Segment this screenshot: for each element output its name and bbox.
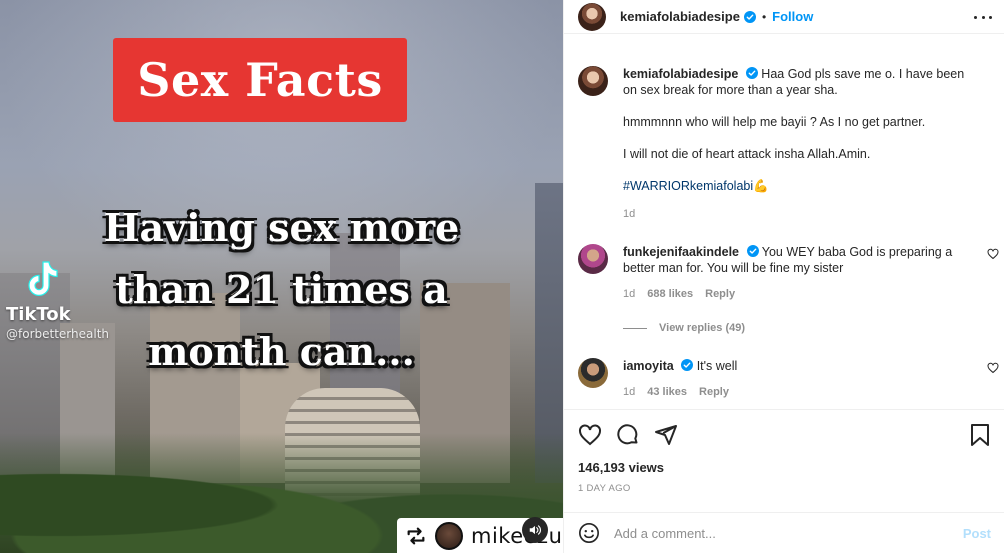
comment-text: funkejenifaakindele You WEY baba God is … bbox=[623, 244, 965, 276]
comment-bubble-icon[interactable] bbox=[616, 423, 640, 447]
comment-item: iamoyita It's well 1d 43 likes Reply bbox=[564, 352, 1004, 398]
comment-username[interactable]: funkejenifaakindele bbox=[623, 245, 739, 259]
comment-text: iamoyita It's well bbox=[623, 358, 965, 374]
title-card: Sex Facts bbox=[113, 38, 407, 122]
comment-time: 1d bbox=[623, 386, 636, 398]
caption-line-3: I will not die of heart attack insha All… bbox=[623, 147, 871, 161]
add-comment-bar: Post bbox=[564, 512, 1004, 553]
post-caption: kemiafolabiadesipe Haa God pls save me o… bbox=[564, 60, 1004, 220]
post-actions: 146,193 views 1 DAY AGO bbox=[564, 409, 1004, 494]
post-header: kemiafolabiadesipe • Follow bbox=[564, 0, 1004, 34]
tiktok-handle: @forbetterhealth bbox=[6, 327, 110, 341]
replies-divider bbox=[623, 327, 647, 329]
mute-button[interactable] bbox=[522, 517, 548, 543]
reply-button[interactable]: Reply bbox=[699, 386, 729, 398]
post-timestamp[interactable]: 1 DAY AGO bbox=[578, 483, 991, 494]
author-username[interactable]: kemiafolabiadesipe bbox=[620, 9, 740, 24]
caption-text: kemiafolabiadesipe Haa God pls save me o… bbox=[623, 66, 965, 194]
caption-time: 1d bbox=[623, 208, 636, 220]
like-heart-icon[interactable] bbox=[578, 423, 602, 447]
title-card-text: Sex Facts bbox=[137, 53, 383, 107]
caption-meta: 1d bbox=[623, 208, 965, 220]
hashtag-link[interactable]: #WARRIORkemiafolabi bbox=[623, 179, 753, 193]
comment-likes[interactable]: 688 likes bbox=[647, 288, 693, 300]
repost-avatar bbox=[435, 521, 463, 550]
action-bar bbox=[578, 422, 991, 448]
comments-list: kemiafolabiadesipe Haa God pls save me o… bbox=[564, 60, 1004, 398]
view-count[interactable]: 146,193 views bbox=[578, 460, 991, 475]
tiktok-logo-icon bbox=[28, 261, 58, 296]
view-replies-label: View replies (49) bbox=[659, 322, 746, 334]
verified-badge-icon bbox=[681, 359, 694, 371]
repost-username: mikeezu bbox=[471, 523, 563, 548]
caption-username[interactable]: kemiafolabiadesipe bbox=[623, 67, 738, 81]
repost-icon bbox=[407, 527, 425, 544]
comment-body: It's well bbox=[696, 359, 738, 373]
verified-badge-icon bbox=[745, 67, 758, 79]
save-bookmark-icon[interactable] bbox=[969, 423, 991, 447]
post-details-panel: kemiafolabiadesipe • Follow kemiafolabia… bbox=[563, 0, 1004, 553]
comment-username[interactable]: iamoyita bbox=[623, 359, 674, 373]
commenter-avatar[interactable] bbox=[578, 358, 608, 388]
comment-meta: 1d 688 likes Reply bbox=[623, 288, 965, 300]
video-caption-line-2: than 21 times a bbox=[115, 267, 448, 312]
tiktok-watermark: TikTok bbox=[6, 304, 71, 325]
post-media[interactable]: Sex Facts Having sex more than 21 times … bbox=[0, 0, 563, 553]
verified-badge-icon bbox=[743, 10, 756, 23]
comment-item: funkejenifaakindele You WEY baba God is … bbox=[564, 238, 1004, 334]
emoji-picker-icon[interactable] bbox=[578, 522, 600, 544]
follow-button[interactable]: Follow bbox=[772, 9, 813, 24]
add-comment-input[interactable] bbox=[614, 525, 963, 541]
comment-meta: 1d 43 likes Reply bbox=[623, 386, 965, 398]
verified-badge-icon bbox=[746, 245, 759, 257]
caption-hashtag-row: #WARRIORkemiafolabi💪 bbox=[623, 178, 965, 194]
author-avatar[interactable] bbox=[578, 2, 606, 31]
comment-likes[interactable]: 43 likes bbox=[647, 386, 687, 398]
author-avatar[interactable] bbox=[578, 66, 608, 96]
view-replies-button[interactable]: View replies (49) bbox=[623, 322, 965, 334]
video-caption-line-1: Having sex more bbox=[103, 205, 460, 250]
commenter-avatar[interactable] bbox=[578, 244, 608, 274]
post-comment-button[interactable]: Post bbox=[963, 526, 991, 541]
flexed-biceps-emoji: 💪 bbox=[753, 179, 769, 193]
separator-dot: • bbox=[761, 9, 767, 24]
comment-time: 1d bbox=[623, 288, 636, 300]
caption-line-2: hmmmnnn who will help me bayii ? As I no… bbox=[623, 115, 926, 129]
more-options-icon[interactable] bbox=[974, 9, 992, 25]
like-comment-heart-icon[interactable] bbox=[987, 362, 999, 374]
speaker-icon bbox=[529, 525, 541, 535]
share-paper-plane-icon[interactable] bbox=[654, 423, 678, 447]
reply-button[interactable]: Reply bbox=[705, 288, 735, 300]
like-comment-heart-icon[interactable] bbox=[987, 248, 999, 260]
